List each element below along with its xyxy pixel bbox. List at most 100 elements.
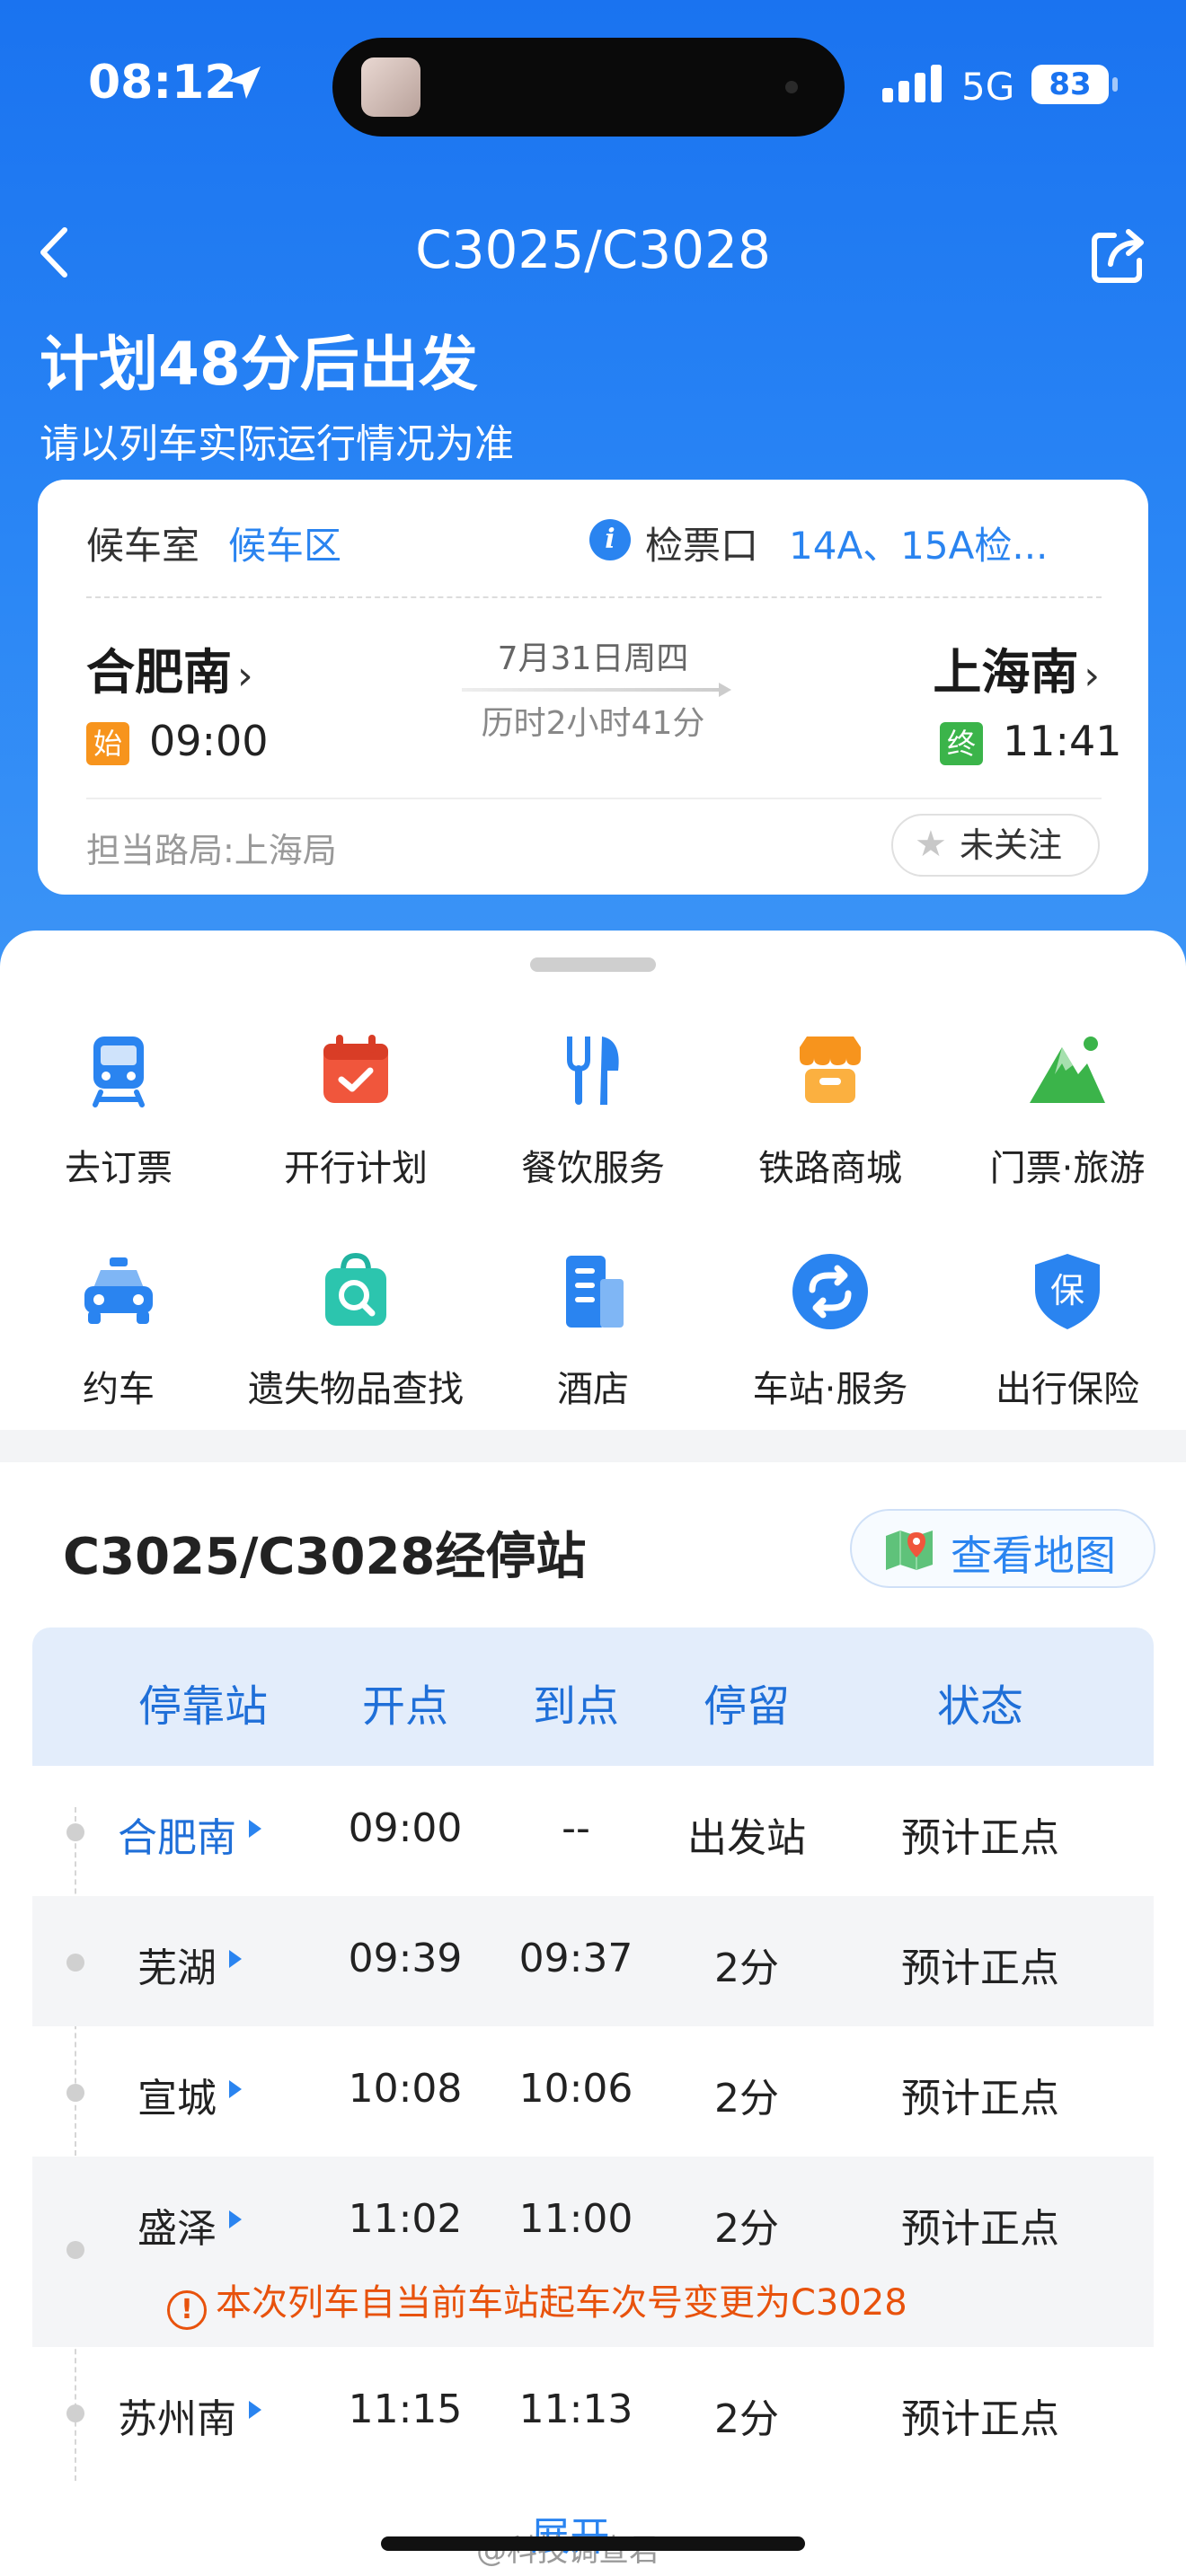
start-badge: 始 [86, 722, 129, 765]
notice-text: 本次列车自当前车站起车次号变更为C3028 [216, 2282, 907, 2324]
stop-depart: 09:39 [348, 1936, 463, 1981]
service-label: 去订票 [65, 1148, 173, 1189]
mountain-icon [1030, 1037, 1105, 1103]
service-station[interactable]: 车站·服务 [712, 1248, 949, 1412]
map-icon [886, 1531, 933, 1570]
service-label: 车站·服务 [752, 1369, 908, 1410]
stop-station[interactable]: 苏州南 [86, 2386, 320, 2444]
service-hotel[interactable]: 酒店 [474, 1248, 712, 1412]
follow-label: 未关注 [960, 825, 1063, 865]
table-row[interactable]: 宣城 10:08 10:06 2分 预计正点 [32, 2026, 1154, 2157]
share-icon[interactable] [1087, 225, 1150, 287]
stop-dot [66, 1954, 84, 1972]
stop-dot [66, 2084, 84, 2102]
service-label: 开行计划 [284, 1148, 428, 1189]
stop-station-name: 盛泽 [137, 2206, 217, 2252]
waiting-room-value[interactable]: 候车区 [228, 516, 341, 570]
service-shop[interactable]: 铁路商城 [712, 1028, 949, 1191]
stop-depart: 11:02 [348, 2196, 463, 2242]
service-lost-found[interactable]: 遗失物品查找 [237, 1248, 474, 1412]
arrow-right-icon [719, 683, 731, 697]
departure-countdown: 计划48分后出发 [40, 330, 478, 399]
service-label: 出行保险 [996, 1369, 1139, 1410]
service-insurance[interactable]: 保 出行保险 [949, 1248, 1186, 1412]
service-tickets-travel[interactable]: 门票·旅游 [949, 1028, 1186, 1191]
insurance-shield-icon: 保 [1035, 1254, 1100, 1329]
stop-arrive: -- [562, 1805, 590, 1851]
taxi-icon [84, 1257, 153, 1324]
drag-handle[interactable] [530, 957, 656, 972]
table-row[interactable]: 苏州南 11:15 11:13 2分 预计正点 [32, 2347, 1154, 2477]
stop-arrive: 10:06 [518, 2066, 633, 2112]
alert-icon: ! [167, 2290, 207, 2330]
table-row[interactable]: 芜湖 09:39 09:37 2分 预计正点 [32, 1896, 1154, 2026]
stop-station-name: 芜湖 [137, 1945, 217, 1991]
column-header: 开点 [361, 1681, 448, 1732]
stop-station[interactable]: 合肥南 [86, 1805, 320, 1863]
table-header: 停靠站 开点 到点 停留 状态 [32, 1628, 1154, 1766]
status-time: 08:12 [88, 56, 237, 110]
stop-station-name: 宣城 [137, 2076, 217, 2122]
table-row[interactable]: 合肥南 09:00 -- 出发站 预计正点 [32, 1766, 1154, 1896]
island-indicator [785, 81, 798, 93]
column-header: 停靠站 [137, 1681, 268, 1732]
stop-arrive: 09:37 [518, 1936, 633, 1981]
stop-arrive: 11:13 [518, 2386, 633, 2432]
home-indicator[interactable] [381, 2536, 805, 2551]
lost-found-icon [325, 1252, 386, 1326]
table-row[interactable]: 盛泽 11:02 11:00 2分 预计正点 ! 本次列车自当前车站起车次号变更为… [32, 2157, 1154, 2347]
calendar-icon [323, 1035, 388, 1103]
status-bar: 08:12 5G 83 [0, 0, 1186, 171]
service-dining[interactable]: 餐饮服务 [474, 1028, 712, 1191]
train-number-change-notice: ! 本次列车自当前车站起车次号变更为C3028 [167, 2273, 907, 2330]
to-station[interactable]: 上海南 › [933, 632, 1100, 703]
stop-dot [66, 1823, 84, 1841]
service-book-ticket[interactable]: 去订票 [0, 1028, 237, 1191]
stop-status: 预计正点 [901, 1945, 1059, 1991]
to-station-name: 上海南 [933, 644, 1079, 701]
railway-bureau: 担当路局:上海局 [86, 831, 337, 870]
caret-right-icon [249, 2401, 261, 2419]
svg-text:保: 保 [1050, 1271, 1084, 1310]
stop-status: 预计正点 [901, 1815, 1059, 1861]
stop-stay: 2分 [714, 2076, 779, 2122]
stop-status: 预计正点 [901, 2076, 1059, 2122]
stops-panel: C3025/C3028经停站 查看地图 停靠站 开点 到点 停留 状态 合肥南 … [0, 1462, 1186, 2576]
stop-arrive: 11:00 [518, 2196, 633, 2242]
caret-right-icon [249, 1820, 261, 1838]
station-service-icon [792, 1254, 868, 1329]
location-arrow-icon [228, 66, 261, 99]
stop-stay: 出发站 [687, 1815, 806, 1861]
stop-station[interactable]: 盛泽 [86, 2196, 320, 2254]
stop-stay: 2分 [714, 2206, 779, 2252]
follow-button[interactable]: ★ 未关注 [891, 814, 1100, 877]
stop-depart: 09:00 [348, 1805, 463, 1851]
view-map-button[interactable]: 查看地图 [850, 1509, 1155, 1588]
service-label: 餐饮服务 [521, 1148, 665, 1189]
dynamic-island [332, 38, 845, 137]
divider [86, 596, 1102, 598]
view-map-label: 查看地图 [951, 1531, 1116, 1580]
departure-note: 请以列车实际运行情况为准 [40, 421, 514, 467]
trip-card: 候车室 候车区 i 检票口 14A、15A检... 合肥南 › 7月31日周四 历… [38, 480, 1148, 895]
waiting-room-label: 候车室 [86, 524, 200, 568]
stop-status: 预计正点 [901, 2206, 1059, 2252]
cellular-signal-icon [882, 65, 942, 102]
stops-table: 停靠站 开点 到点 停留 状态 合肥南 09:00 -- 出发站 预计正点 芜湖… [32, 1628, 1154, 2481]
info-icon[interactable]: i [589, 519, 631, 560]
column-header: 到点 [532, 1681, 619, 1732]
stop-station[interactable]: 芜湖 [86, 1936, 320, 1993]
ticket-gate-value[interactable]: 14A、15A检... [789, 516, 1048, 570]
hotel-icon [566, 1256, 624, 1328]
avatar [361, 57, 420, 117]
stop-dot [66, 2241, 84, 2259]
caret-right-icon [229, 2210, 242, 2228]
service-ride-hailing[interactable]: 约车 [0, 1248, 237, 1412]
stop-stay: 2分 [714, 2396, 779, 2442]
service-schedule[interactable]: 开行计划 [237, 1028, 474, 1191]
shop-icon [800, 1037, 861, 1103]
arrival-time: 11:41 [1003, 717, 1122, 765]
end-badge: 终 [940, 722, 983, 765]
stop-station[interactable]: 宣城 [86, 2066, 320, 2123]
service-label: 铁路商城 [758, 1148, 902, 1189]
